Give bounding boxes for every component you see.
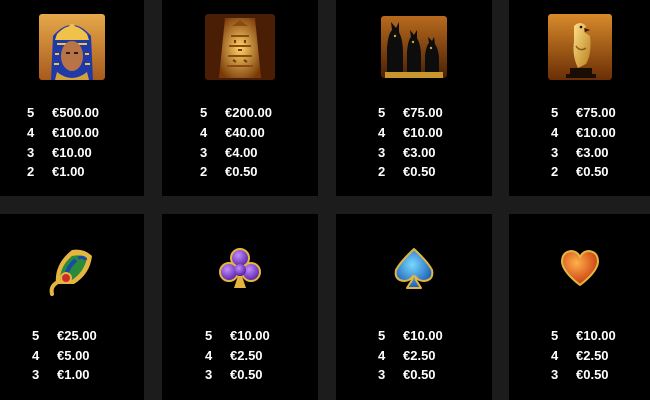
symbol-count: 3 — [378, 145, 386, 160]
payout-amount: €0.50 — [225, 164, 258, 179]
payout-amount: €0.50 — [230, 367, 263, 382]
paytable-cell-pharaoh: 5 €500.00 4 €100.00 3 €10.00 2 €1.00 — [0, 0, 144, 196]
symbol-count: 3 — [378, 367, 386, 382]
payout-amount: €3.00 — [576, 145, 609, 160]
symbol-count: 3 — [200, 145, 208, 160]
symbol-count: 4 — [27, 125, 35, 140]
symbol-count: 4 — [205, 348, 213, 363]
payout-amount: €2.50 — [230, 348, 263, 363]
paytable-cell-heart: 5 €10.00 4 €2.50 3 €0.50 — [509, 214, 650, 400]
symbol-count: 4 — [551, 348, 559, 363]
symbol-count: 2 — [378, 164, 386, 179]
payout-amount: €4.00 — [225, 145, 258, 160]
payout-amount: €3.00 — [403, 145, 436, 160]
pharaoh-symbol-icon — [39, 14, 105, 80]
payout-amount: €200.00 — [225, 105, 272, 120]
payout-amount: €0.50 — [576, 164, 609, 179]
symbol-count: 2 — [27, 164, 35, 179]
payout-amount: €10.00 — [576, 125, 616, 140]
symbol-count: 3 — [551, 145, 559, 160]
symbol-count: 4 — [200, 125, 208, 140]
payout-amount: €0.50 — [403, 164, 436, 179]
symbol-count: 5 — [200, 105, 208, 120]
spade-symbol-icon — [394, 248, 434, 289]
payout-amount: €10.00 — [403, 328, 443, 343]
payout-amount: €25.00 — [57, 328, 97, 343]
symbol-count: 5 — [551, 328, 559, 343]
payout-amount: €1.00 — [52, 164, 85, 179]
payout-amount: €100.00 — [52, 125, 99, 140]
symbol-count: 2 — [200, 164, 208, 179]
payout-amount: €40.00 — [225, 125, 265, 140]
paytable-cell-club: 5 €10.00 4 €2.50 3 €0.50 — [162, 214, 318, 400]
payout-amount: €2.50 — [576, 348, 609, 363]
payout-amount: €5.00 — [57, 348, 90, 363]
symbol-count: 3 — [551, 367, 559, 382]
symbol-count: 5 — [378, 328, 386, 343]
club-symbol-icon — [219, 248, 261, 288]
lotus-flower-symbol-icon — [49, 249, 92, 296]
symbol-count: 5 — [551, 105, 559, 120]
symbol-count: 3 — [32, 367, 40, 382]
symbol-count: 2 — [551, 164, 559, 179]
symbol-count: 3 — [205, 367, 213, 382]
paytable-cell-lotus: 5 €25.00 4 €5.00 3 €1.00 — [0, 214, 144, 400]
payout-amount: €2.50 — [403, 348, 436, 363]
payout-amount: €10.00 — [576, 328, 616, 343]
payout-amount: €75.00 — [576, 105, 616, 120]
symbol-count: 3 — [27, 145, 35, 160]
symbol-count: 4 — [551, 125, 559, 140]
payout-amount: €10.00 — [52, 145, 92, 160]
golden-falcon-symbol-icon — [547, 14, 612, 80]
heart-symbol-icon — [560, 250, 599, 286]
payout-amount: €0.50 — [403, 367, 436, 382]
payout-amount: €1.00 — [57, 367, 90, 382]
symbol-count: 4 — [32, 348, 40, 363]
symbol-count: 5 — [32, 328, 40, 343]
symbol-count: 5 — [205, 328, 213, 343]
black-cats-symbol-icon — [381, 16, 447, 78]
symbol-count: 4 — [378, 348, 386, 363]
payout-amount: €500.00 — [52, 105, 99, 120]
golden-tablet-symbol-icon — [205, 14, 275, 80]
paytable-cell-cats: 5 €75.00 4 €10.00 3 €3.00 2 €0.50 — [336, 0, 492, 196]
paytable-cell-spade: 5 €10.00 4 €2.50 3 €0.50 — [336, 214, 492, 400]
payout-amount: €75.00 — [403, 105, 443, 120]
payout-amount: €10.00 — [230, 328, 270, 343]
symbol-count: 4 — [378, 125, 386, 140]
symbol-count: 5 — [378, 105, 386, 120]
paytable-cell-tablet: 5 €200.00 4 €40.00 3 €4.00 2 €0.50 — [162, 0, 318, 196]
paytable-cell-falcon: 5 €75.00 4 €10.00 3 €3.00 2 €0.50 — [509, 0, 650, 196]
payout-amount: €10.00 — [403, 125, 443, 140]
payout-amount: €0.50 — [576, 367, 609, 382]
symbol-count: 5 — [27, 105, 35, 120]
